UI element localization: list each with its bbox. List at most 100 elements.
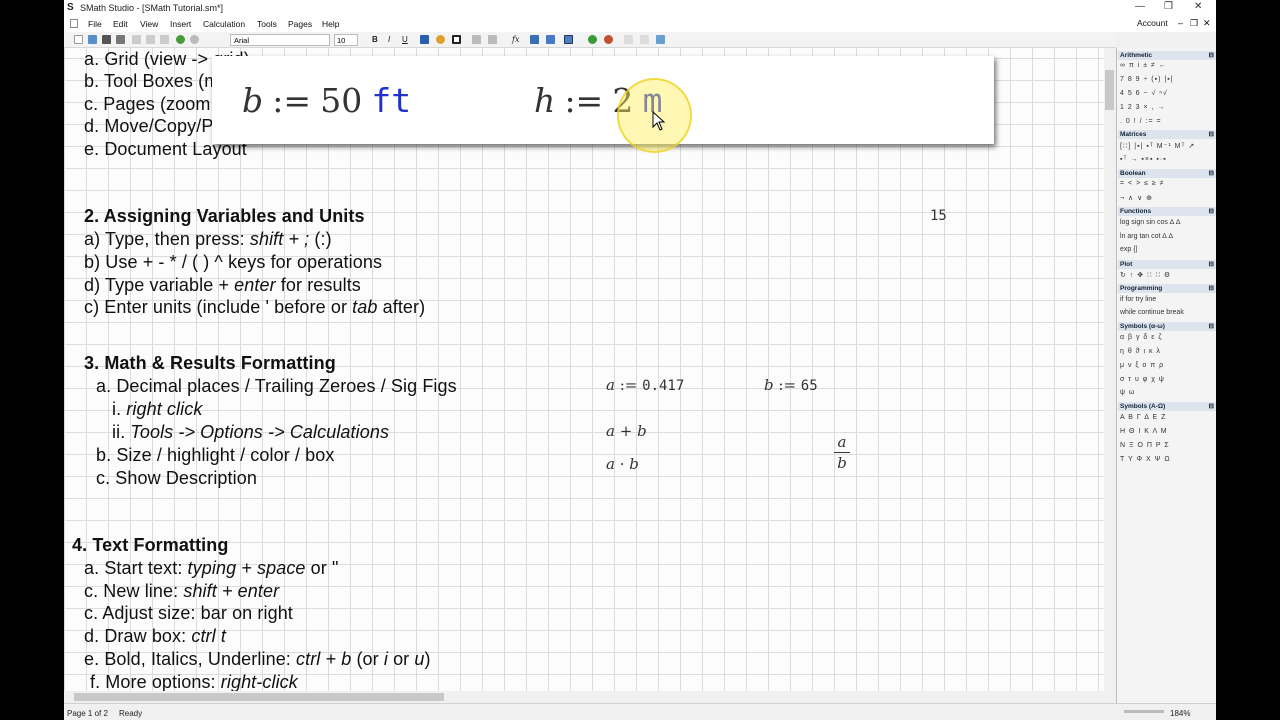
greek-lower-row[interactable]: μ ν ξ ο π ρ <box>1120 362 1164 369</box>
math-region-sum[interactable]: a + b <box>606 422 647 440</box>
boolean-row[interactable]: = < > ≤ ≥ ≠ <box>1120 180 1165 187</box>
functions-row[interactable]: log sign sin cos ∆ ∆ <box>1120 219 1180 226</box>
grid-toggle-icon[interactable] <box>564 35 573 44</box>
section-heading: 4. Text Formatting <box>72 535 229 555</box>
paste-icon[interactable] <box>160 35 169 44</box>
font-size-select[interactable]: 10 <box>334 34 358 46</box>
greek-upper-header[interactable]: Symbols (Α-Ω) ⊟ <box>1118 402 1216 411</box>
programming-header[interactable]: Programming ⊟ <box>1118 284 1216 293</box>
matrices-row[interactable]: [∷] |▪| ▪ᵀ M⁻¹ Mᵀ ↗ <box>1120 142 1195 150</box>
minimize-icon[interactable]: — <box>1135 1 1145 12</box>
functions-header[interactable]: Functions ⊟ <box>1118 207 1216 216</box>
save-icon[interactable] <box>102 35 111 44</box>
greek-lower-row[interactable]: η θ ϑ ι κ λ <box>1120 348 1161 355</box>
document-icon[interactable] <box>70 19 78 28</box>
cut-icon[interactable] <box>132 35 141 44</box>
play-icon[interactable] <box>640 35 649 44</box>
fill-color-icon[interactable] <box>436 35 445 44</box>
arithmetic-row[interactable]: 7 8 9 ÷ (▪) |▪| <box>1120 76 1174 83</box>
horizontal-scroll-thumb[interactable] <box>74 693 444 701</box>
menu-bar: File Edit View Insert Calculation Tools … <box>64 16 1216 32</box>
math-region-a[interactable]: a := 0.417 <box>606 376 684 394</box>
underline-button[interactable]: U <box>402 35 408 44</box>
list-item: b. Size / highlight / color / box <box>96 445 335 465</box>
greek-lower-row[interactable]: σ τ υ φ χ ψ <box>1120 376 1165 383</box>
arithmetic-row[interactable]: 4 5 6 − √ ⁿ√ <box>1120 90 1168 97</box>
font-select[interactable]: Arial <box>230 34 330 46</box>
copy-icon[interactable] <box>146 35 155 44</box>
boolean-row[interactable]: ¬ ∧ ∨ ⊕ <box>1120 194 1153 202</box>
vertical-scroll-thumb[interactable] <box>1105 70 1114 110</box>
math-region-fraction[interactable]: a b <box>834 433 850 472</box>
math-region-product[interactable]: a · b <box>606 455 639 473</box>
doc-close-icon[interactable]: ✕ <box>1203 18 1211 29</box>
functions-row[interactable]: ln arg tan cot ∆ ∆ <box>1120 233 1173 240</box>
list-item: c) Enter units (include ' before or tab … <box>84 297 426 317</box>
undo-icon[interactable] <box>176 35 185 44</box>
greek-upper-row[interactable]: Τ Υ Φ Χ Ψ Ω <box>1120 456 1171 463</box>
menu-calculation[interactable]: Calculation <box>203 19 245 29</box>
function-button[interactable]: fx <box>512 35 519 44</box>
greek-lower-row[interactable]: α β γ δ ε ζ <box>1120 334 1162 341</box>
restore-icon[interactable]: ❐ <box>1164 1 1173 12</box>
menu-edit[interactable]: Edit <box>113 19 128 29</box>
greek-lower-header[interactable]: Symbols (α-ω) ⊟ <box>1118 322 1216 331</box>
section-heading: 3. Math & Results Formatting <box>84 353 336 373</box>
align-left-icon[interactable] <box>472 35 481 44</box>
list-item: d. Draw box: ctrl t <box>84 626 226 646</box>
menu-tools[interactable]: Tools <box>257 19 277 29</box>
doc-minimize-icon[interactable]: – <box>1178 18 1183 28</box>
new-icon[interactable] <box>74 35 83 44</box>
open-icon[interactable] <box>88 35 97 44</box>
units-icon[interactable] <box>546 35 555 44</box>
recalculate-icon[interactable] <box>604 35 613 44</box>
arithmetic-header[interactable]: Arithmetic ⊟ <box>1118 51 1216 60</box>
math-region-b[interactable]: b := 65 <box>764 376 818 394</box>
print-icon[interactable] <box>116 35 125 44</box>
arithmetic-row[interactable]: ∞ π i ± ≠ ← <box>1120 62 1167 69</box>
redo-icon[interactable] <box>190 35 199 44</box>
page-indicator: Page 1 of 2 <box>67 709 108 718</box>
list-item: c. Show Description <box>96 468 257 488</box>
doc-restore-icon[interactable]: ❐ <box>1190 18 1198 29</box>
text-color-icon[interactable] <box>420 35 429 44</box>
greek-upper-row[interactable]: Ν Ξ Ο Π Ρ Σ <box>1120 442 1170 449</box>
greek-lower-row[interactable]: ψ ω <box>1120 389 1135 396</box>
bold-button[interactable]: B <box>372 35 378 44</box>
menu-help[interactable]: Help <box>322 19 339 29</box>
matrices-header[interactable]: Matrices ⊟ <box>1118 130 1216 139</box>
align-center-icon[interactable] <box>488 35 497 44</box>
menu-insert[interactable]: Insert <box>170 19 191 29</box>
debug-icon[interactable] <box>656 35 665 44</box>
programming-row[interactable]: if for try line <box>1120 296 1156 303</box>
border-icon[interactable] <box>452 35 461 44</box>
pause-icon[interactable] <box>624 35 633 44</box>
menu-pages[interactable]: Pages <box>288 19 312 29</box>
account-link[interactable]: Account <box>1137 18 1168 28</box>
section-heading: 2. Assigning Variables and Units <box>84 206 365 226</box>
boolean-header[interactable]: Boolean ⊟ <box>1118 169 1216 178</box>
programming-row[interactable]: while continue break <box>1120 309 1184 316</box>
mouse-pointer-icon <box>652 111 666 131</box>
window-title: SMath Studio - [SMath Tutorial.sm*] <box>80 3 224 13</box>
arithmetic-row[interactable]: 1 2 3 × , → <box>1120 104 1165 111</box>
menu-view[interactable]: View <box>140 19 158 29</box>
functions-row[interactable]: exp {| <box>1120 246 1137 253</box>
menu-file[interactable]: File <box>88 19 102 29</box>
filter-icon[interactable] <box>530 35 539 44</box>
greek-upper-row[interactable]: Α Β Γ Δ Ε Ζ <box>1120 414 1166 421</box>
worksheet-canvas[interactable]: a. Grid (view -> grid) b. Tool Boxes (mo… <box>64 48 1104 691</box>
greek-upper-row[interactable]: Η Θ Ι Κ Λ Μ <box>1120 428 1168 435</box>
arithmetic-row[interactable]: . 0 ! / := = <box>1120 118 1162 125</box>
list-item: a) Type, then press: shift + ; (:) <box>84 229 332 249</box>
close-icon[interactable]: ✕ <box>1194 1 1202 12</box>
zoom-slider[interactable] <box>1124 710 1164 713</box>
matrices-row[interactable]: ▪ᵀ → ▪×▪ ▪·▪ <box>1120 156 1167 163</box>
vertical-scrollbar[interactable] <box>1104 48 1116 691</box>
plot-row[interactable]: ↻ ↑ ✥ ∷ ∷ ⚙ <box>1120 271 1171 279</box>
zoom-level[interactable]: 184% <box>1170 709 1190 718</box>
plot-header[interactable]: Plot ⊟ <box>1118 260 1216 269</box>
calculate-icon[interactable] <box>588 35 597 44</box>
list-item: a. Start text: typing + space or " <box>84 558 339 578</box>
italic-button[interactable]: I <box>388 35 390 44</box>
